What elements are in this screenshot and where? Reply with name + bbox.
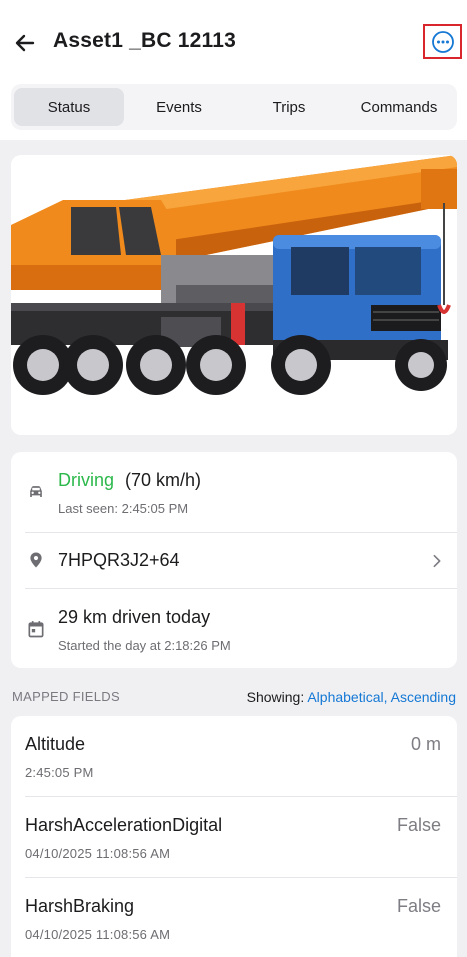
field-timestamp: 2:45:05 PM (25, 765, 94, 780)
list-item[interactable]: HarshAccelerationDigital False 04/10/202… (11, 797, 457, 877)
mapped-fields-list: Altitude 0 m 2:45:05 PM HarshAcceleratio… (11, 716, 457, 957)
location-code: 7HPQR3J2+64 (58, 550, 180, 570)
field-timestamp: 04/10/2025 11:08:56 AM (25, 846, 171, 861)
asset-image (11, 155, 457, 435)
field-value: False (396, 815, 441, 835)
more-horizontal-icon (431, 30, 454, 53)
tab-trips[interactable]: Trips (234, 88, 344, 126)
page-title: Asset1 _BC 12113 (53, 29, 236, 52)
sort-order-link[interactable]: Alphabetical, Ascending (307, 689, 456, 705)
tab-status[interactable]: Status (14, 88, 124, 126)
tab-bar: Status Events Trips Commands (11, 84, 457, 130)
speed-value: (70 km/h) (125, 470, 202, 490)
location-pin-icon (25, 549, 47, 571)
tab-commands[interactable]: Commands (344, 88, 454, 126)
field-name: HarshBraking (25, 896, 135, 916)
more-options-button[interactable] (423, 24, 462, 59)
calendar-icon (25, 618, 47, 640)
showing-label: Showing: (246, 689, 305, 705)
car-icon (25, 481, 47, 503)
field-name: Altitude (25, 734, 86, 754)
crane-truck-illustration (11, 155, 457, 395)
tab-events[interactable]: Events (124, 88, 234, 126)
mapped-fields-header: MAPPED FIELDS Showing: Alphabetical, Asc… (12, 689, 456, 709)
list-item[interactable]: Altitude 0 m 2:45:05 PM (11, 716, 457, 796)
mapped-fields-title: MAPPED FIELDS (12, 689, 120, 704)
sort-indicator: Showing: Alphabetical, Ascending (247, 689, 456, 705)
driving-status-row: Driving (70 km/h) Last seen: 2:45:05 PM (11, 452, 457, 532)
field-timestamp: 04/10/2025 11:08:56 AM (25, 927, 171, 942)
status-card: Driving (70 km/h) Last seen: 2:45:05 PM … (11, 452, 457, 668)
app-header: Asset1 _BC 12113 Status Events Trips Com… (0, 0, 467, 140)
distance-text: 29 km driven today (58, 607, 211, 627)
location-row[interactable]: 7HPQR3J2+64 (11, 533, 457, 588)
back-button[interactable] (10, 28, 40, 58)
arrow-left-icon (15, 34, 35, 52)
chevron-right-icon (433, 554, 441, 568)
list-item[interactable]: HarshBraking False 04/10/2025 11:08:56 A… (11, 878, 457, 957)
field-value: False (396, 896, 441, 916)
day-start-text: Started the day at 2:18:26 PM (58, 638, 231, 653)
driving-state: Driving (58, 470, 115, 490)
field-value: 0 m (410, 734, 441, 754)
field-name: HarshAccelerationDigital (25, 815, 223, 835)
distance-row: 29 km driven today Started the day at 2:… (11, 589, 457, 668)
last-seen-text: Last seen: 2:45:05 PM (58, 501, 189, 516)
